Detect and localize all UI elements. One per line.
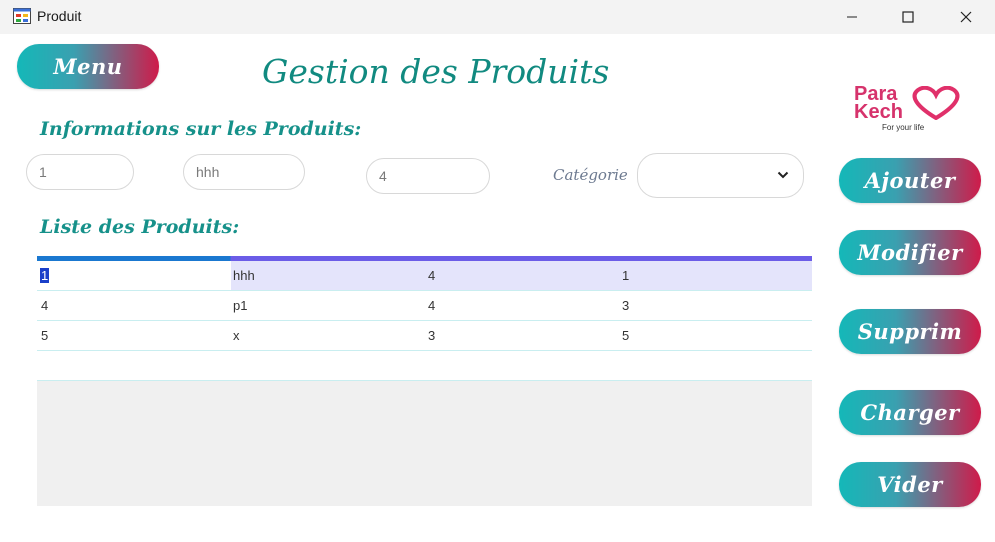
logo-tagline: For your life [882,123,925,132]
logo-line2: Kech [854,101,903,123]
table-cell[interactable]: 1 [37,261,231,290]
list-section-title: Liste des Produits: [40,216,240,238]
maximize-icon [902,11,914,23]
minimize-button[interactable] [829,0,875,34]
quantity-field[interactable]: 4 [366,158,490,194]
table-cell[interactable]: 5 [622,328,629,343]
clear-button[interactable]: Vider [839,462,981,507]
chevron-down-icon [777,171,789,179]
products-table[interactable]: 1 hhh 4 1 4 p1 4 3 5 x 3 5 [37,256,812,506]
minimize-icon [847,16,857,18]
table-row[interactable]: 1 hhh 4 1 [37,261,812,291]
menu-button[interactable]: Menu [17,44,159,89]
add-button[interactable]: Ajouter [839,158,981,203]
page-title: Gestion des Produits [262,52,610,91]
heart-icon [912,86,960,120]
table-cell[interactable]: x [233,328,240,343]
close-icon [960,11,972,23]
table-cell[interactable]: p1 [233,298,247,313]
table-cell[interactable]: hhh [233,268,255,283]
info-section-title: Informations sur les Produits: [40,118,362,140]
form-icon [13,8,31,24]
table-cell[interactable]: 4 [428,268,435,283]
load-button[interactable]: Charger [839,390,981,435]
table-row-empty[interactable] [37,351,812,381]
table-cell[interactable]: 5 [41,328,48,343]
maximize-button[interactable] [885,0,931,34]
table-cell[interactable]: 4 [41,298,48,313]
title-bar: Produit [0,0,995,34]
close-button[interactable] [943,0,989,34]
edit-button[interactable]: Modifier [839,230,981,275]
table-body: 1 hhh 4 1 4 p1 4 3 5 x 3 5 [37,261,812,381]
table-cell[interactable]: 4 [428,298,435,313]
category-label: Catégorie [553,166,628,184]
window-title: Produit [37,8,82,24]
table-cell[interactable]: 1 [622,268,629,283]
table-row[interactable]: 5 x 3 5 [37,321,812,351]
table-row[interactable]: 4 p1 4 3 [37,291,812,321]
category-select[interactable] [637,153,804,198]
table-cell[interactable]: 3 [428,328,435,343]
delete-button[interactable]: Supprim [839,309,981,354]
logo: Para Kech For your life [852,84,964,136]
name-field[interactable]: hhh [183,154,305,190]
id-field[interactable]: 1 [26,154,134,190]
table-cell[interactable]: 3 [622,298,629,313]
